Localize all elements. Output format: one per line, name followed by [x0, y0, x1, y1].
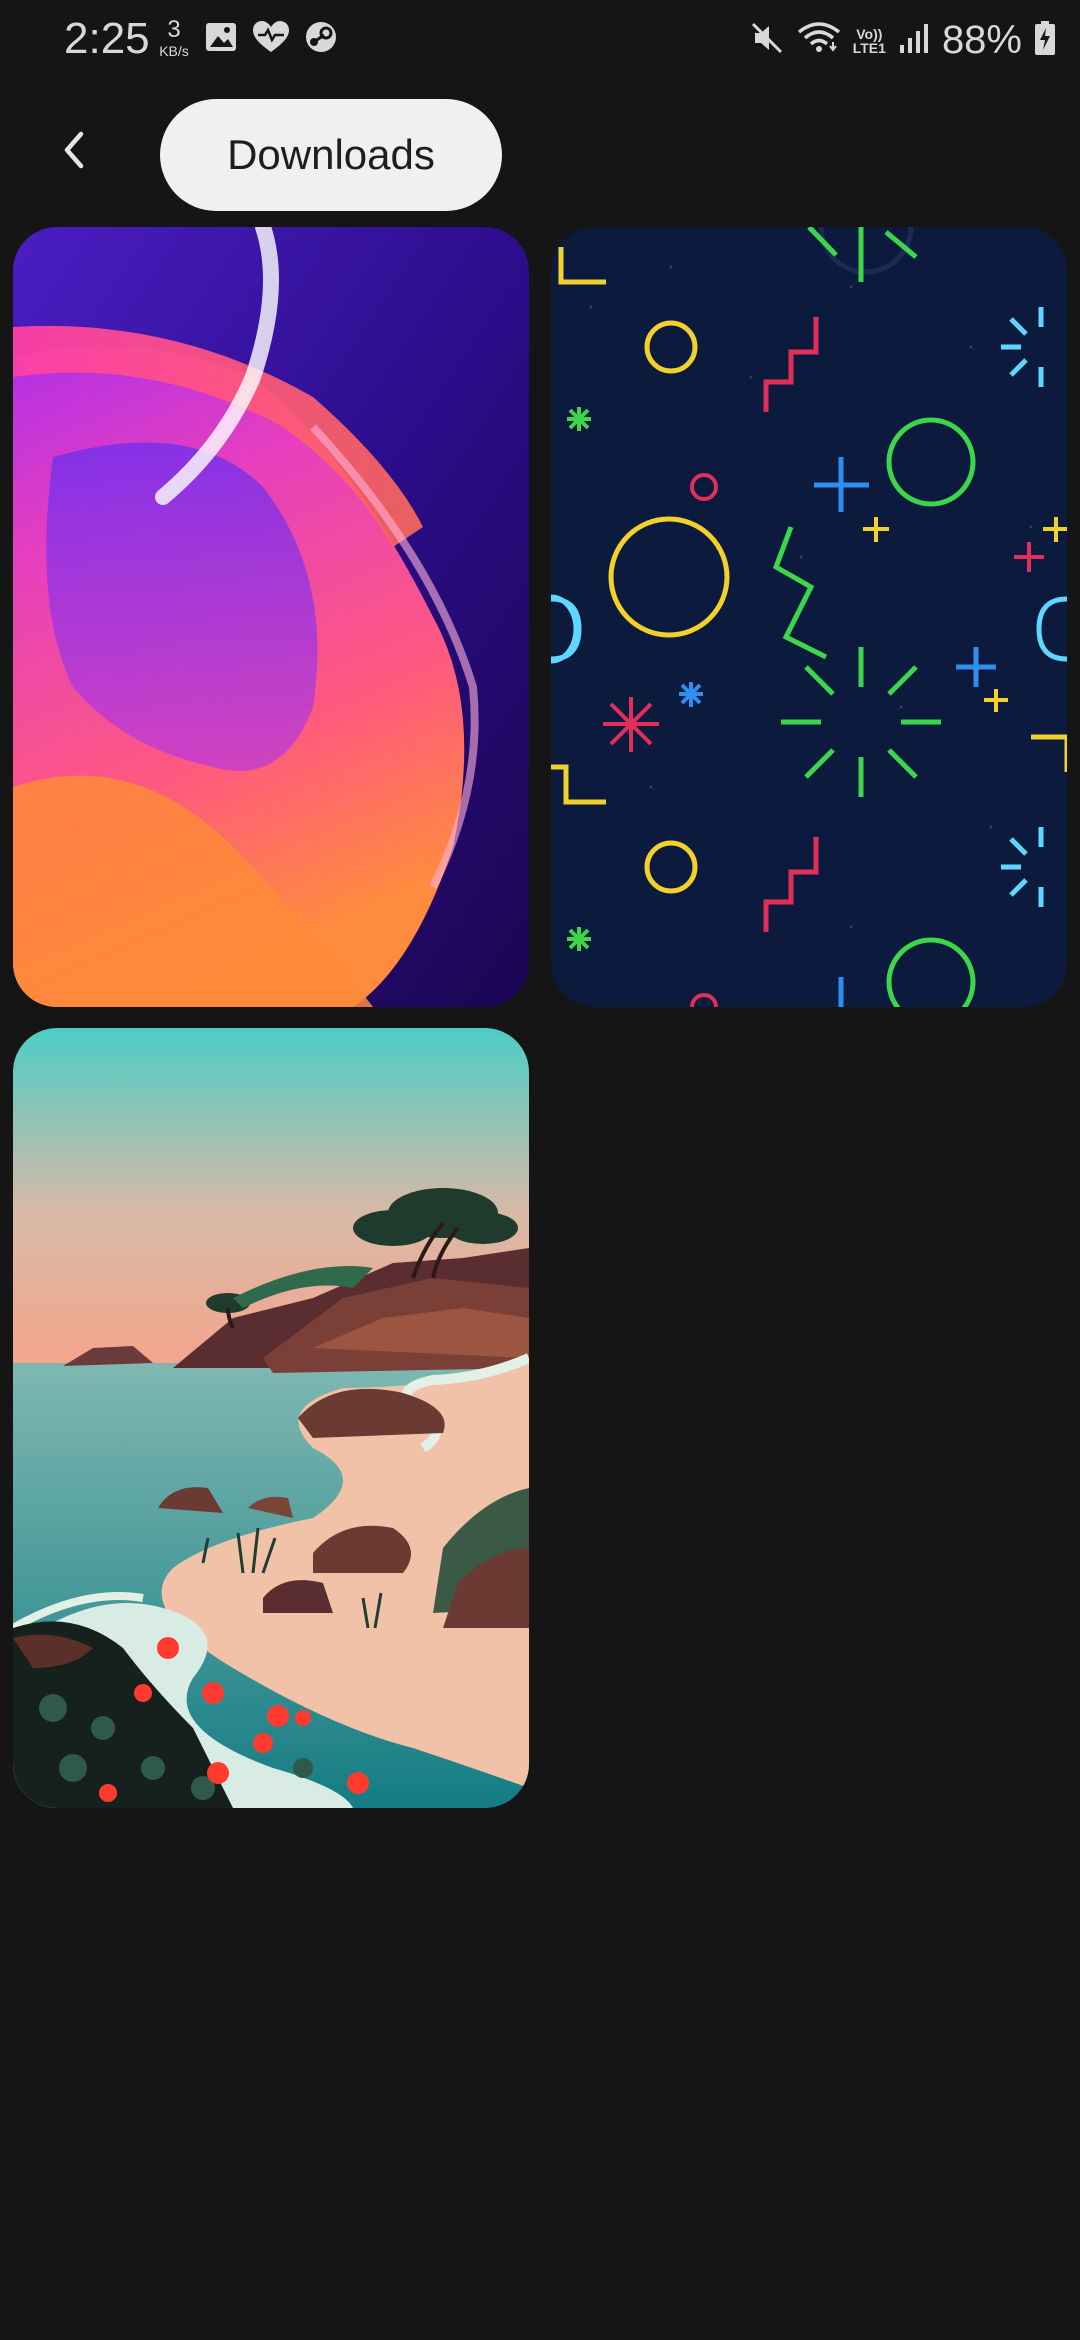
signal-icon	[898, 21, 930, 60]
network-speed-value: 3	[167, 16, 181, 43]
heart-icon	[252, 20, 290, 59]
volte-bottom: LTE1	[852, 39, 886, 56]
battery-icon	[1034, 20, 1056, 61]
status-time: 2:25	[64, 14, 150, 63]
mute-icon	[749, 20, 785, 61]
wallpaper-thumbnail-coastal-landscape[interactable]	[13, 1028, 529, 1808]
battery-percent: 88%	[941, 18, 1022, 62]
volte-top: Vo))	[856, 25, 883, 42]
network-speed-unit: KB/s	[159, 43, 189, 59]
status-bar: 2:25 3 KB/s Vo)) LTE1 88%	[0, 0, 1080, 80]
notification-icons	[204, 20, 338, 59]
network-speed: 3 KB/s	[154, 16, 194, 59]
system-icons: Vo)) LTE1 88%	[749, 18, 1056, 63]
steam-icon	[304, 20, 338, 59]
back-button[interactable]	[46, 122, 102, 178]
wallpaper-thumbnail-neon-geometric-pattern[interactable]	[551, 227, 1067, 1007]
page-title: Downloads	[160, 99, 502, 211]
chevron-left-icon	[64, 131, 84, 169]
wifi-icon	[797, 20, 841, 61]
gallery-icon	[204, 20, 238, 59]
wallpaper-thumbnail-purple-orange-abstract[interactable]	[13, 227, 529, 1007]
volte-icon: Vo)) LTE1	[853, 27, 886, 55]
